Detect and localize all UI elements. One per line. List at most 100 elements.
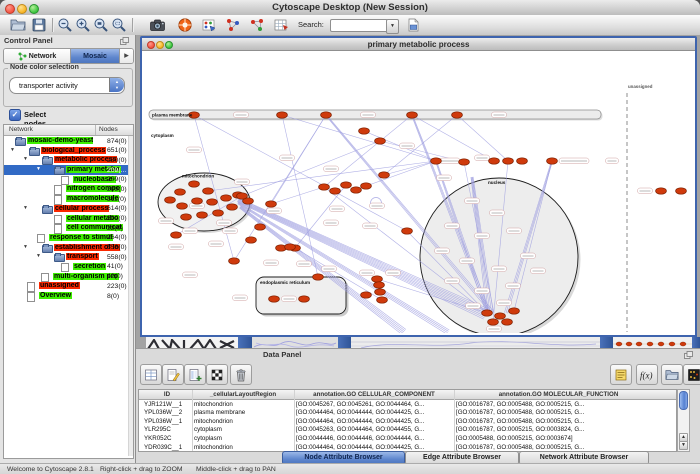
network-node[interactable] <box>407 112 418 118</box>
vizmapper-button[interactable] <box>224 17 242 34</box>
tab-overflow-button[interactable]: ▶ <box>120 49 133 63</box>
network-node[interactable] <box>503 158 514 164</box>
network-node[interactable] <box>375 138 386 144</box>
tree-row[interactable]: cellular metabo209(0) <box>4 214 133 224</box>
network-node[interactable] <box>207 199 218 205</box>
network-edge[interactable] <box>457 115 508 161</box>
attribute-table-button[interactable] <box>140 364 162 385</box>
network-node[interactable] <box>181 214 192 220</box>
network-edge[interactable] <box>412 115 494 161</box>
tree-row[interactable]: secretion41(0) <box>4 262 133 272</box>
tree-row[interactable]: mosaic-demo-yeast874(0) <box>4 136 133 146</box>
network-node[interactable] <box>351 187 362 193</box>
network-view-window[interactable]: primary metabolic process plasma membran… <box>140 36 697 337</box>
network-node[interactable] <box>361 183 372 189</box>
annotation-button[interactable] <box>200 17 218 34</box>
network-node[interactable] <box>246 237 257 243</box>
network-node[interactable] <box>229 258 240 264</box>
expand-arrow-icon[interactable]: ▼ <box>23 244 28 250</box>
network-edge[interactable] <box>384 161 436 175</box>
tree-scrollbar[interactable] <box>128 136 133 456</box>
float-panel-icon[interactable] <box>120 37 129 45</box>
tree-row[interactable]: ▼biological_process651(0) <box>4 146 133 156</box>
open-session-button[interactable] <box>9 17 27 34</box>
expand-arrow-icon[interactable]: ▼ <box>36 166 41 172</box>
tree-row[interactable]: response to stimul264(0) <box>4 233 133 243</box>
select-nodes-checkbox[interactable]: ✓ <box>9 109 21 121</box>
network-node[interactable] <box>203 188 214 194</box>
float-panel-icon[interactable] <box>684 351 693 359</box>
network-node[interactable] <box>285 244 296 250</box>
zoom-out-button[interactable] <box>56 17 74 34</box>
scroll-down-icon[interactable]: ▼ <box>679 441 688 450</box>
network-node[interactable] <box>379 172 390 178</box>
network-window-titlebar[interactable]: primary metabolic process <box>142 38 695 51</box>
table-column-header[interactable]: ID <box>142 391 192 398</box>
network-node[interactable] <box>452 112 463 118</box>
tab-mosaic[interactable]: Mosaic <box>71 49 120 63</box>
layout-button[interactable] <box>248 17 266 34</box>
network-node[interactable] <box>221 195 232 201</box>
network-node[interactable] <box>269 296 280 302</box>
table-row[interactable]: YPL036W__2plasma membrane[GO:0044464, GO… <box>139 408 676 417</box>
network-node[interactable] <box>502 319 513 325</box>
network-node[interactable] <box>313 274 324 280</box>
network-node[interactable] <box>509 308 520 314</box>
network-node[interactable] <box>341 182 352 188</box>
background-window-fragment[interactable] <box>351 337 600 348</box>
select-attributes-button[interactable] <box>162 364 184 385</box>
network-node[interactable] <box>277 112 288 118</box>
zoom-in-button[interactable] <box>74 17 92 34</box>
search-dropdown-button[interactable]: ▼ <box>386 19 399 34</box>
network-node[interactable] <box>189 181 200 187</box>
network-node[interactable] <box>266 201 277 207</box>
network-node[interactable] <box>330 188 341 194</box>
network-node[interactable] <box>402 228 413 234</box>
network-edge[interactable] <box>324 115 412 187</box>
table-column-header[interactable]: _cellularLayoutRegion <box>192 391 294 398</box>
tree-row[interactable]: macromolecule311(0) <box>4 194 133 204</box>
background-window-fragment[interactable] <box>613 337 692 348</box>
tree-row[interactable]: Overview8(0) <box>4 291 133 301</box>
network-node[interactable] <box>459 159 470 165</box>
new-attribute-button[interactable] <box>184 364 206 385</box>
tree-row[interactable]: ▼transport558(0) <box>4 252 133 262</box>
network-node[interactable] <box>227 204 238 210</box>
network-node[interactable] <box>192 198 203 204</box>
tree-row[interactable]: ▼cellular process614(0) <box>4 204 133 214</box>
matrix-button[interactable] <box>206 364 228 385</box>
tree-row[interactable]: cell communicat22(0) <box>4 223 133 233</box>
network-node[interactable] <box>517 158 528 164</box>
table-column-header[interactable]: annotation.GO MOLECULAR_FUNCTION <box>454 391 663 398</box>
zoom-fit-button[interactable] <box>92 17 110 34</box>
network-node[interactable] <box>359 128 370 134</box>
network-node[interactable] <box>299 296 310 302</box>
table-column-header[interactable]: annotation.GO CELLULAR_COMPONENT <box>294 391 454 398</box>
network-node[interactable] <box>656 188 667 194</box>
function-builder-button[interactable]: f(x) <box>636 364 658 385</box>
tree-row[interactable]: multi-organism pro42(0) <box>4 272 133 282</box>
network-node[interactable] <box>361 292 372 298</box>
network-node[interactable] <box>547 158 558 164</box>
column-divider[interactable] <box>95 125 96 135</box>
dropdown-stepper-icon[interactable]: ▲▼ <box>109 78 124 92</box>
tree-row[interactable]: ▼establishment of lo558(0) <box>4 243 133 253</box>
tree-row[interactable]: ▼metabolic process280(0) <box>4 155 133 165</box>
table-row[interactable]: YDR039C__1mitochondrion[GO:0044464, GO:0… <box>139 443 676 452</box>
tree-row[interactable]: nucleobase-209(0) <box>4 175 133 185</box>
network-node[interactable] <box>482 310 493 316</box>
help-button[interactable] <box>176 17 194 34</box>
network-node[interactable] <box>372 276 383 282</box>
network-node[interactable] <box>676 188 687 194</box>
network-node[interactable] <box>197 212 208 218</box>
scrollbar-thumb[interactable] <box>679 391 688 410</box>
network-node[interactable] <box>375 289 386 295</box>
save-session-button[interactable] <box>30 17 48 34</box>
network-node[interactable] <box>321 112 332 118</box>
network-node[interactable] <box>171 232 182 238</box>
network-node[interactable] <box>319 184 330 190</box>
network-canvas[interactable]: plasma membranecytoplasmmitochondrionnuc… <box>142 51 691 333</box>
import-table-button[interactable] <box>272 17 290 34</box>
network-node[interactable] <box>489 158 500 164</box>
network-node[interactable] <box>431 158 442 164</box>
